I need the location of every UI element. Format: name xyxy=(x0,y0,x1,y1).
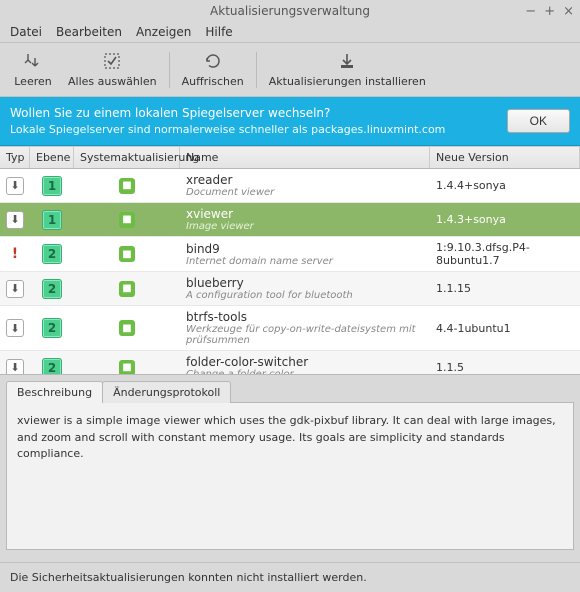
level-badge: 1 xyxy=(42,176,62,196)
toolbar-separator xyxy=(256,52,257,88)
download-icon: ⬇ xyxy=(6,319,24,337)
refresh-label: Auffrischen xyxy=(182,75,244,88)
download-icon: ⬇ xyxy=(6,359,24,376)
clear-icon xyxy=(24,51,42,71)
table-row[interactable]: ⬇ 1 ■ xreaderDocument viewer 1.4.4+sonya xyxy=(0,169,580,203)
level-badge: 2 xyxy=(42,358,62,376)
table-row[interactable]: ⬇ 2 ■ btrfs-toolsWerkzeuge für copy-on-writ… xyxy=(0,306,580,351)
refresh-button[interactable]: Auffrischen xyxy=(174,47,252,92)
update-table: Typ Ebene Systemaktualisierung Name Neue… xyxy=(0,146,580,375)
checkbox-icon[interactable]: ■ xyxy=(119,246,135,262)
menu-help[interactable]: Hilfe xyxy=(205,25,232,39)
statusbar: Die Sicherheitsaktualisierungen konnten … xyxy=(0,562,580,592)
toolbar: Leeren Alles auswählen Auffrischen Aktua… xyxy=(0,43,580,97)
select-all-label: Alles auswählen xyxy=(68,75,157,88)
level-badge: 2 xyxy=(42,244,62,264)
package-desc: Image viewer xyxy=(186,221,424,232)
col-typ[interactable]: Typ xyxy=(0,147,30,168)
maximize-icon[interactable]: + xyxy=(544,5,555,18)
package-version: 1.4.3+sonya xyxy=(430,209,580,230)
select-all-icon xyxy=(103,51,121,71)
clear-button[interactable]: Leeren xyxy=(6,47,60,92)
col-name[interactable]: Name xyxy=(180,147,430,168)
col-ver[interactable]: Neue Version xyxy=(430,147,580,168)
table-row[interactable]: ! 2 ■ bind9Internet domain name server 1:9.1… xyxy=(0,237,580,272)
refresh-icon xyxy=(204,51,222,71)
clear-label: Leeren xyxy=(14,75,52,88)
infobar-subtitle: Lokale Spiegelserver sind normalerweise … xyxy=(10,122,445,137)
package-desc: Document viewer xyxy=(186,187,424,198)
warning-icon: ! xyxy=(12,246,18,262)
package-name: xviewer xyxy=(186,207,424,221)
install-label: Aktualisierungen installieren xyxy=(269,75,426,88)
package-version: 1.4.4+sonya xyxy=(430,175,580,196)
table-body[interactable]: ⬇ 1 ■ xreaderDocument viewer 1.4.4+sonya ⬇ 1 ■ x… xyxy=(0,169,580,375)
checkbox-icon[interactable]: ■ xyxy=(119,212,135,228)
tab-description[interactable]: Beschreibung xyxy=(6,381,103,403)
close-icon[interactable]: × xyxy=(563,5,574,18)
col-sys[interactable]: Systemaktualisierung xyxy=(74,147,180,168)
tab-description-content: xviewer is a simple image viewer which u… xyxy=(6,402,574,550)
col-ebene[interactable]: Ebene xyxy=(30,147,74,168)
install-button[interactable]: Aktualisierungen installieren xyxy=(261,47,434,92)
checkbox-icon[interactable]: ■ xyxy=(119,178,135,194)
menubar: Datei Bearbeiten Anzeigen Hilfe xyxy=(0,22,580,43)
package-name: folder-color-switcher xyxy=(186,355,424,369)
tab-changelog[interactable]: Änderungsprotokoll xyxy=(102,381,231,403)
download-icon: ⬇ xyxy=(6,211,24,229)
package-name: bind9 xyxy=(186,242,424,256)
package-name: btrfs-tools xyxy=(186,310,424,324)
checkbox-icon[interactable]: ■ xyxy=(119,281,135,297)
download-icon: ⬇ xyxy=(6,177,24,195)
ok-button[interactable]: OK xyxy=(507,109,570,133)
tabs-area: Beschreibung Änderungsprotokoll xviewer … xyxy=(0,375,580,556)
package-desc: Internet domain name server xyxy=(186,256,424,267)
package-desc: Werkzeuge für copy-on-write-dateisystem … xyxy=(186,324,424,346)
table-row[interactable]: ⬇ 2 ■ blueberryA configuration tool for blu… xyxy=(0,272,580,306)
download-icon: ⬇ xyxy=(6,280,24,298)
table-header: Typ Ebene Systemaktualisierung Name Neue… xyxy=(0,146,580,169)
checkbox-icon[interactable]: ■ xyxy=(119,360,135,376)
checkbox-icon[interactable]: ■ xyxy=(119,320,135,336)
level-badge: 2 xyxy=(42,318,62,338)
window-title: Aktualisierungsverwaltung xyxy=(210,4,370,18)
menu-file[interactable]: Datei xyxy=(10,25,42,39)
package-name: xreader xyxy=(186,173,424,187)
package-version: 1.1.5 xyxy=(430,357,580,375)
infobar-title: Wollen Sie zu einem lokalen Spiegelserve… xyxy=(10,105,445,122)
package-version: 1:9.10.3.dfsg.P4-8ubuntu1.7 xyxy=(430,237,580,271)
menu-view[interactable]: Anzeigen xyxy=(136,25,191,39)
infobar: Wollen Sie zu einem lokalen Spiegelserve… xyxy=(0,97,580,146)
level-badge: 2 xyxy=(42,279,62,299)
minimize-icon[interactable]: − xyxy=(525,5,536,18)
package-desc: A configuration tool for bluetooth xyxy=(186,290,424,301)
package-name: blueberry xyxy=(186,276,424,290)
package-version: 4.4-1ubuntu1 xyxy=(430,318,580,339)
window: Aktualisierungsverwaltung − + × Datei Be… xyxy=(0,0,580,592)
select-all-button[interactable]: Alles auswählen xyxy=(60,47,165,92)
package-version: 1.1.15 xyxy=(430,278,580,299)
titlebar: Aktualisierungsverwaltung − + × xyxy=(0,0,580,22)
table-row[interactable]: ⬇ 1 ■ xviewerImage viewer 1.4.3+sonya xyxy=(0,203,580,237)
install-icon xyxy=(338,51,356,71)
level-badge: 1 xyxy=(42,210,62,230)
toolbar-separator xyxy=(169,52,170,88)
menu-edit[interactable]: Bearbeiten xyxy=(56,25,122,39)
table-row[interactable]: ⬇2■folder-color-switcherChange a folder … xyxy=(0,351,580,375)
